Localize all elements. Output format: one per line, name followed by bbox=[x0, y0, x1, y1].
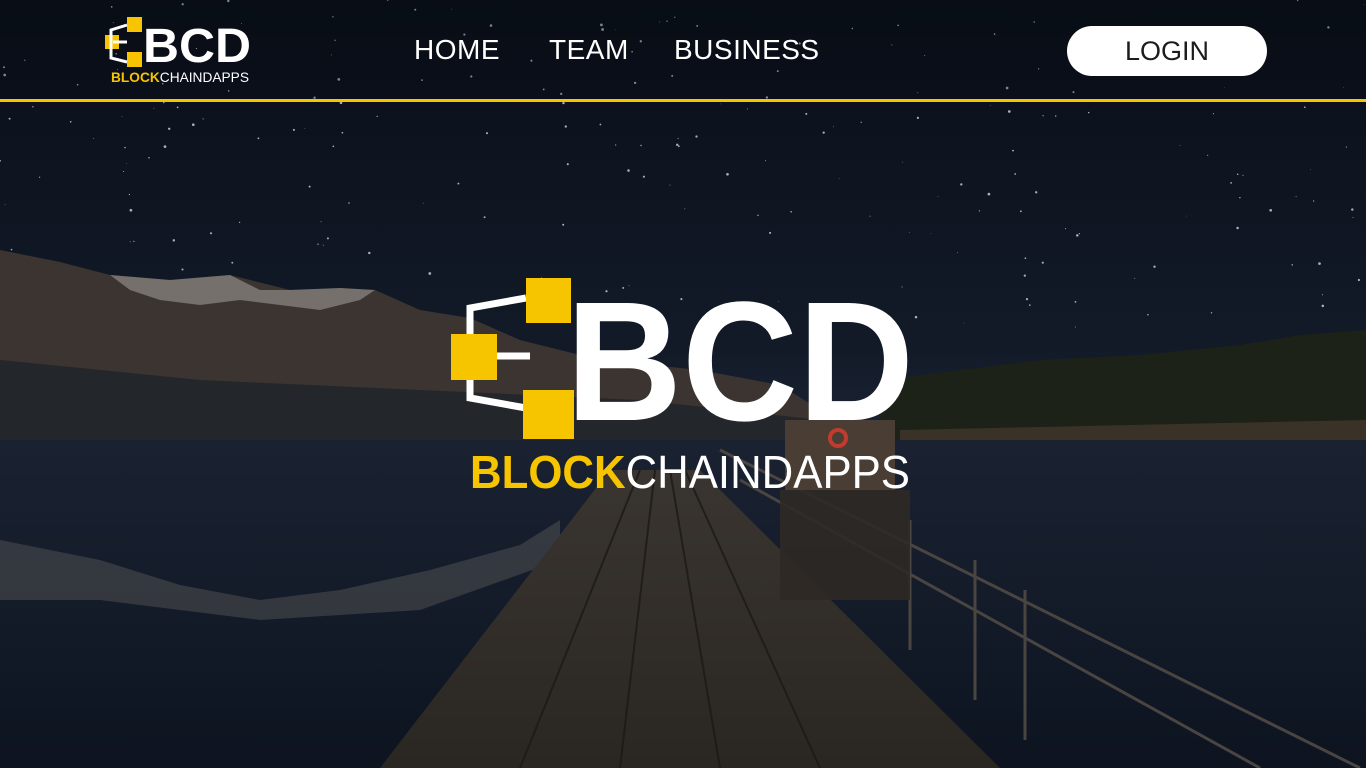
svg-text:BLOCKCHAINDAPPS: BLOCKCHAINDAPPS bbox=[111, 69, 249, 85]
nav-business[interactable]: BUSINESS bbox=[674, 30, 820, 70]
logo-small-sub-light: CHAINDAPPS bbox=[160, 69, 249, 85]
logo-small-main: BCD bbox=[143, 20, 251, 73]
hero-logo-sub-bold: BLOCK bbox=[470, 446, 626, 498]
logo-small[interactable]: BCD BLOCKCHAINDAPPS bbox=[103, 16, 253, 88]
hero-logo: BCD BLOCKCHAINDAPPS bbox=[451, 274, 914, 498]
nav-team[interactable]: TEAM bbox=[549, 30, 629, 70]
logo-block-icon bbox=[105, 17, 142, 67]
nav-home[interactable]: HOME bbox=[414, 30, 500, 70]
svg-text:BLOCKCHAINDAPPS: BLOCKCHAINDAPPS bbox=[470, 446, 910, 498]
login-button[interactable]: LOGIN bbox=[1067, 26, 1267, 76]
hero-logo-main: BCD bbox=[566, 274, 914, 457]
hero-logo-block-icon bbox=[451, 278, 574, 439]
logo-small-sub-bold: BLOCK bbox=[111, 69, 160, 85]
site-header: BCD BLOCKCHAINDAPPS HOME TEAM BUSINESS L… bbox=[0, 0, 1366, 102]
hero-logo-sub-light: CHAINDAPPS bbox=[626, 446, 910, 498]
